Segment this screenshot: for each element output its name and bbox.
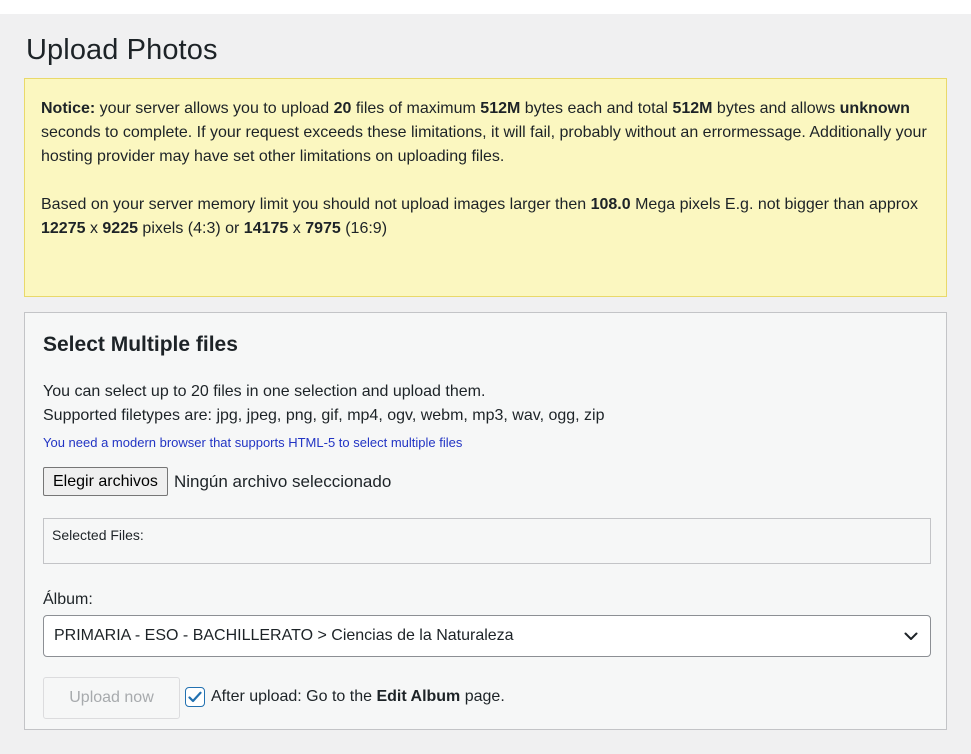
notice-total-size: 512M [672, 100, 713, 117]
notice-height-4-3: 9225 [102, 220, 138, 237]
file-input-status: Ningún archivo seleccionado [173, 471, 392, 491]
notice-seconds: unknown [839, 100, 910, 117]
after-upload-text-post: page. [460, 688, 505, 705]
page-title: Upload Photos [26, 34, 218, 66]
notice-text: bytes each and total [520, 100, 673, 117]
album-label: Álbum: [43, 591, 93, 608]
notice-text: Based on your server memory limit you sh… [41, 196, 591, 213]
notice-width-16-9: 14175 [243, 220, 289, 237]
after-upload-text-pre: After upload: Go to the [211, 688, 377, 705]
file-input: Elegir archivos Ningún archivo seleccion… [43, 467, 391, 496]
page: Upload Photos Notice: your server allows… [0, 0, 971, 754]
upload-now-button[interactable]: Upload now [43, 677, 180, 719]
notice-label: Notice: [41, 100, 96, 117]
notice-text: x [85, 220, 103, 237]
selected-files-box: Selected Files: [43, 518, 931, 564]
edit-album-text: Edit Album [376, 688, 461, 705]
chevron-down-icon [904, 629, 918, 643]
notice-text: x [288, 220, 306, 237]
notice-memory-text: Based on your server memory limit you sh… [41, 193, 930, 241]
after-upload-checkbox[interactable] [185, 687, 205, 707]
notice-megapixels: 108.0 [590, 196, 631, 213]
choose-files-button[interactable]: Elegir archivos [43, 467, 168, 496]
notice-max-files: 20 [333, 100, 352, 117]
notice-text: seconds to complete. If your request exc… [41, 124, 927, 165]
notice-text: Mega pixels E.g. not bigger than approx [630, 196, 918, 213]
supported-filetypes-text: Supported filetypes are: jpg, jpeg, png,… [43, 407, 605, 424]
select-multiple-files-panel: Select Multiple files You can select up … [24, 312, 947, 730]
notice-limits-text: Notice: your server allows you to upload… [41, 97, 930, 169]
after-upload-option: After upload: Go to the Edit Album page. [185, 687, 505, 707]
html5-browser-note: You need a modern browser that supports … [43, 435, 463, 450]
upload-limits-notice: Notice: your server allows you to upload… [24, 78, 947, 297]
notice-text: your server allows you to upload [95, 100, 334, 117]
notice-text: files of maximum [351, 100, 481, 117]
panel-title: Select Multiple files [43, 333, 238, 356]
album-select[interactable]: PRIMARIA - ESO - BACHILLERATO > Ciencias… [43, 615, 931, 657]
notice-width-4-3: 12275 [41, 220, 86, 237]
top-strip [0, 0, 971, 14]
notice-text: pixels (4:3) or [137, 220, 244, 237]
selected-files-label: Selected Files: [52, 527, 144, 543]
notice-text: bytes and allows [712, 100, 840, 117]
check-icon [188, 691, 202, 703]
notice-max-size: 512M [480, 100, 521, 117]
after-upload-text: After upload: Go to the Edit Album page. [211, 688, 505, 706]
selection-limit-text: You can select up to 20 files in one sel… [43, 383, 486, 400]
notice-height-16-9: 7975 [305, 220, 341, 237]
album-selected-value: PRIMARIA - ESO - BACHILLERATO > Ciencias… [54, 627, 514, 644]
notice-text: (16:9) [340, 220, 388, 237]
